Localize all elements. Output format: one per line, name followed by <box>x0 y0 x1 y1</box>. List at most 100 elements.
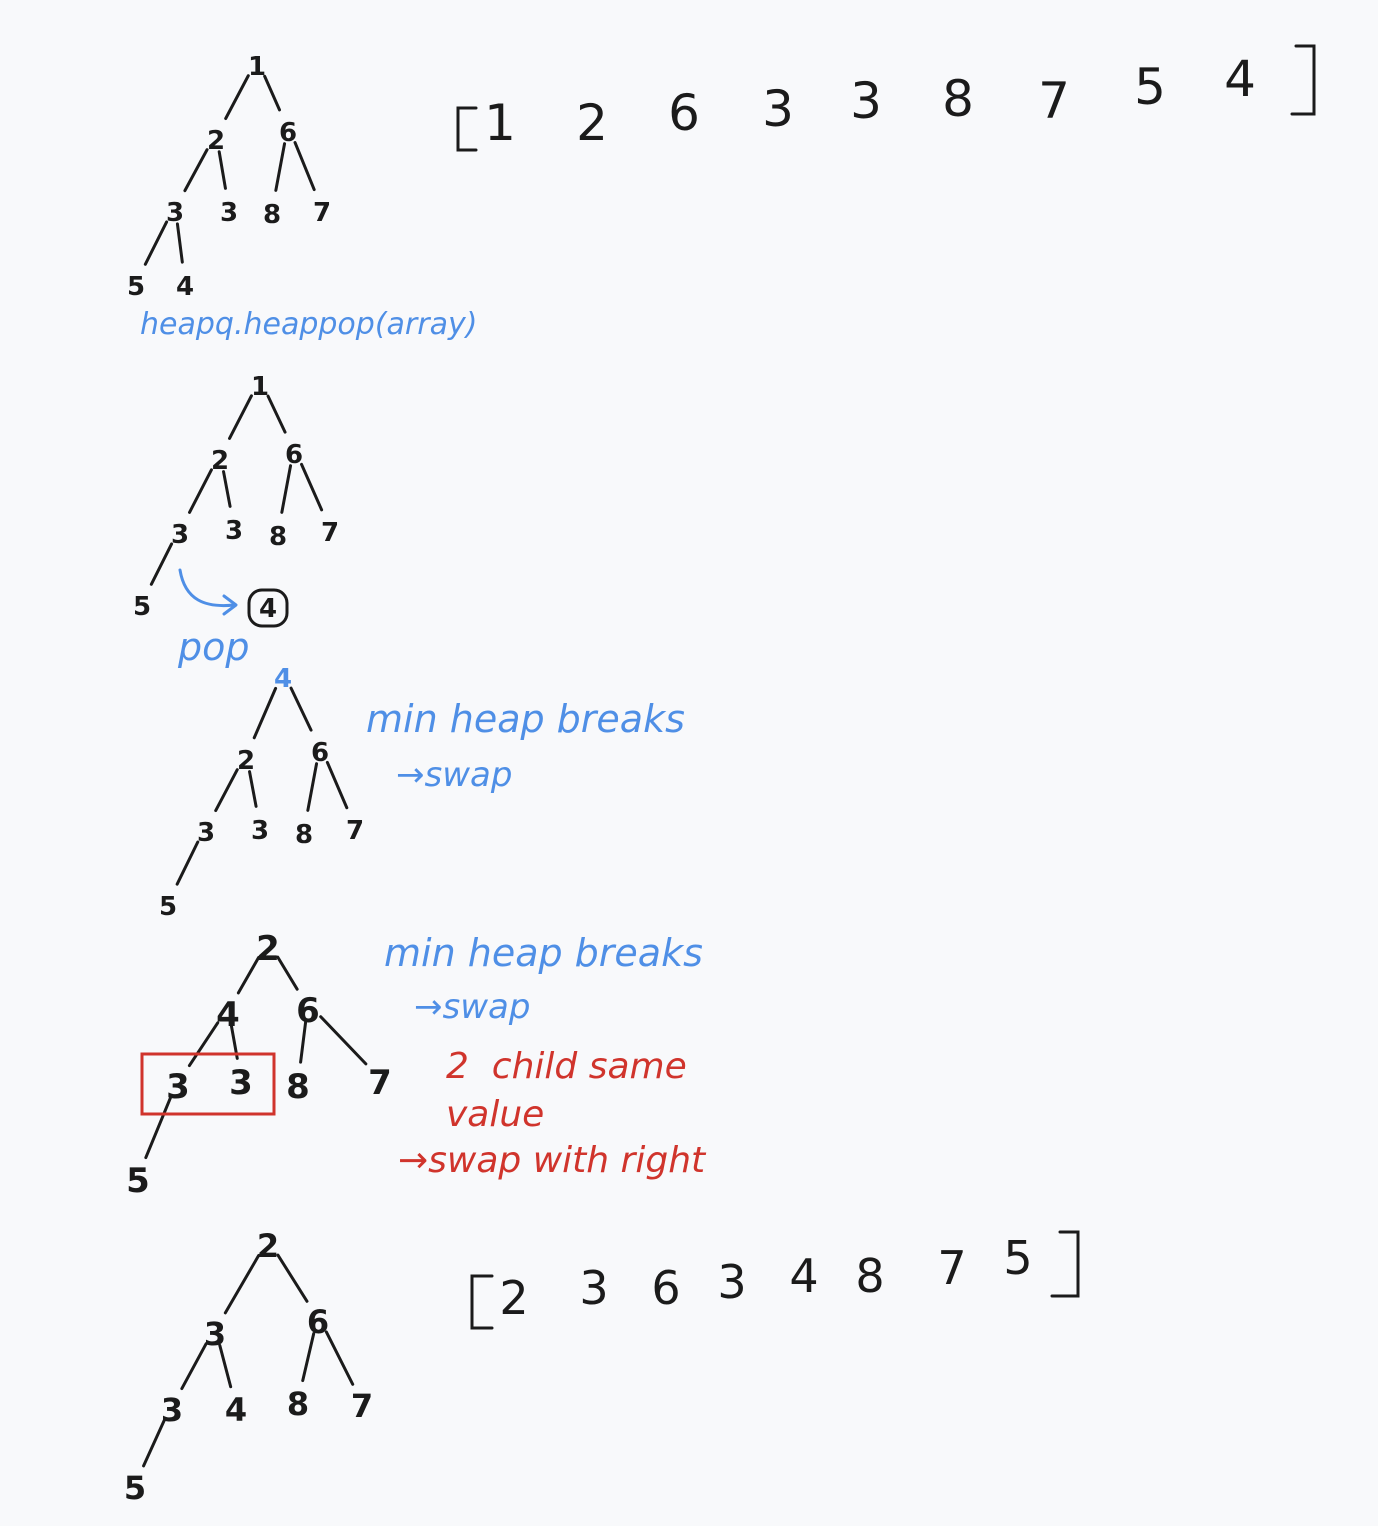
pop-annotation: 4 pop <box>177 568 289 669</box>
tree-edge <box>175 222 184 264</box>
tree-edge <box>187 1021 220 1068</box>
tree-node: 4 <box>176 272 194 302</box>
tree-edge <box>188 468 213 514</box>
tree-edge <box>183 148 209 193</box>
tree-node: 3 <box>166 1067 190 1107</box>
step3-note-line2: →swap <box>396 755 512 795</box>
heap-tree-4: 24 63 3 8 75 <box>126 929 392 1201</box>
pop-label: pop <box>177 625 250 669</box>
array-bottom-item: 6 <box>651 1261 680 1315</box>
tree-node: 2 <box>207 126 225 156</box>
tree-node: 8 <box>263 200 281 230</box>
array-top-open-bracket <box>456 106 478 152</box>
array-top-item: 3 <box>850 72 882 130</box>
array-top-item: 6 <box>668 84 700 142</box>
array-bottom-item: 2 <box>499 1271 528 1325</box>
tree-edge <box>175 840 200 886</box>
array-top-item: 3 <box>762 80 794 138</box>
popped-node-value: 4 <box>259 594 277 624</box>
tree-node: 6 <box>279 118 297 148</box>
red-note-line2: value <box>446 1094 544 1135</box>
tree-node: 3 <box>220 198 238 228</box>
heap-pop-diagram: 126338754 23634875 12 63 3 8 75 412 63 3 8 7542 63… <box>124 44 1316 1507</box>
tree-node: 8 <box>286 1067 310 1107</box>
tree-node: 7 <box>321 518 339 548</box>
array-bottom-close-bracket <box>1050 1230 1080 1298</box>
tree-node: 4 <box>216 995 240 1035</box>
array-top-close-bracket <box>1290 44 1316 116</box>
tree-node: 2 <box>256 929 280 969</box>
tree-edge <box>252 686 278 740</box>
equal-children-highlight <box>140 1052 276 1116</box>
tree-edge <box>289 686 313 732</box>
tree-node: 4 <box>274 664 292 694</box>
tree-edge <box>280 464 293 514</box>
red-note-line1: 2 child same <box>446 1046 687 1087</box>
tree-edge <box>324 1330 355 1386</box>
array-top-item: 1 <box>484 94 516 152</box>
array-top-item: 5 <box>1134 58 1166 116</box>
tree-edge <box>306 762 319 812</box>
tree-edge <box>214 768 239 813</box>
tree-edge <box>274 142 287 192</box>
tree-node: 3 <box>197 818 215 848</box>
tree-node: 3 <box>229 1063 253 1103</box>
tree-node: 3 <box>166 198 184 228</box>
tree-edge <box>180 1342 208 1391</box>
step4-note-line1: min heap breaks <box>384 931 703 975</box>
tree-node: 8 <box>287 1385 309 1423</box>
tree-node: 4 <box>225 1391 247 1429</box>
tree-node: 3 <box>161 1391 183 1429</box>
tree-node: 3 <box>171 520 189 550</box>
tree-node: 2 <box>211 446 229 476</box>
tree-node: 3 <box>225 516 243 546</box>
array-bottom-item: 3 <box>717 1255 746 1309</box>
tree-node: 7 <box>313 198 331 228</box>
heap-tree-1: 12 63 3 8 75 4 <box>127 52 331 302</box>
tree-edge <box>266 394 287 434</box>
tree-node: 6 <box>311 738 329 768</box>
tree-node: 5 <box>124 1469 146 1507</box>
tree-edge <box>228 394 253 440</box>
tree-edge <box>319 1015 368 1066</box>
tree-edge <box>248 770 258 808</box>
tree-edge <box>222 470 232 508</box>
array-bottom-item: 8 <box>855 1249 884 1303</box>
array-top-item: 4 <box>1224 50 1256 108</box>
tree-edge <box>276 1253 309 1303</box>
tree-edge <box>143 220 169 266</box>
tree-edge <box>300 462 324 512</box>
tree-node: 5 <box>127 272 145 302</box>
tree-node: 8 <box>269 522 287 552</box>
heap-tree-2: 12 63 3 8 75 <box>133 372 339 622</box>
tree-node: 8 <box>295 820 313 850</box>
pop-arrow <box>178 568 236 608</box>
array-top-item: 7 <box>1038 72 1070 130</box>
tree-node: 2 <box>257 1227 279 1265</box>
tree-node: 6 <box>285 440 303 470</box>
heappop-call-note: heapq.heappop(array) <box>140 307 477 342</box>
tree-node: 6 <box>296 991 320 1031</box>
array-bottom: 23634875 <box>470 1230 1080 1330</box>
tree-node: 5 <box>126 1161 150 1201</box>
red-note-line3: →swap with right <box>398 1140 707 1181</box>
tree-node: 5 <box>133 592 151 622</box>
array-bottom-item: 7 <box>937 1241 966 1295</box>
tree-node: 1 <box>251 372 269 402</box>
array-top-item: 8 <box>942 70 974 128</box>
array-top: 1 2 6 33 8 7 54 <box>456 44 1316 152</box>
tree-node: 7 <box>368 1063 392 1103</box>
tree-node: 7 <box>346 816 364 846</box>
tree-node: 2 <box>237 746 255 776</box>
tree-edge <box>223 1253 261 1315</box>
tree-node: 3 <box>251 816 269 846</box>
array-bottom-item: 3 <box>579 1261 608 1315</box>
tree-edge <box>293 141 316 192</box>
array-bottom-open-bracket <box>470 1274 494 1330</box>
step3-note-line1: min heap breaks <box>366 697 685 741</box>
tree-edge <box>325 760 349 810</box>
tree-edge <box>224 74 250 121</box>
tree-node: 6 <box>307 1303 329 1341</box>
array-top-item: 2 <box>576 94 608 152</box>
tree-edge <box>217 150 227 190</box>
